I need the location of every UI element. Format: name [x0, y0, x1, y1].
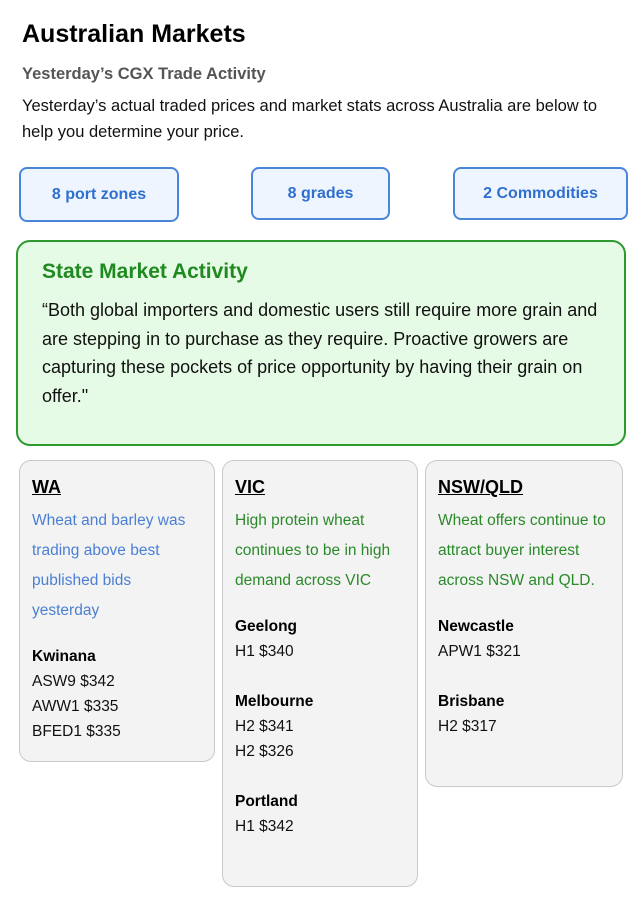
page-title: Australian Markets — [22, 20, 246, 48]
activity-title: State Market Activity — [42, 260, 248, 283]
port-price: H2 $341 — [235, 718, 294, 735]
port-brisbane: Brisbane H2 $317 — [438, 689, 610, 739]
port-price: AWW1 $335 — [32, 698, 119, 715]
region-desc-nsw-qld: Wheat offers continue to attract buyer i… — [438, 512, 606, 589]
port-name: Melbourne — [235, 693, 314, 710]
grades-button[interactable]: 8 grades — [251, 167, 390, 220]
port-zones-button[interactable]: 8 port zones — [19, 167, 179, 222]
region-desc-wa: Wheat and barley was trading above best … — [32, 512, 186, 619]
port-price: APW1 $321 — [438, 643, 521, 660]
port-geelong: Geelong H1 $340 — [235, 614, 405, 664]
port-price: H1 $342 — [235, 818, 294, 835]
port-price: BFED1 $335 — [32, 723, 121, 740]
port-price: H1 $340 — [235, 643, 294, 660]
activity-quote: “Both global importers and domestic user… — [42, 300, 598, 406]
port-name: Brisbane — [438, 693, 505, 710]
port-newcastle: Newcastle APW1 $321 — [438, 614, 610, 664]
port-name: Kwinana — [32, 648, 96, 665]
region-title-wa[interactable]: WA — [32, 477, 202, 498]
port-melbourne: Melbourne H2 $341 H2 $326 — [235, 689, 405, 764]
region-card-nsw-qld: NSW/QLD Wheat offers continue to attract… — [425, 460, 623, 787]
port-price: H2 $326 — [235, 743, 294, 760]
port-name: Geelong — [235, 618, 298, 635]
commodities-button[interactable]: 2 Commodities — [453, 167, 628, 220]
port-name: Portland — [235, 793, 298, 810]
region-card-vic: VIC High protein wheat continues to be i… — [222, 460, 418, 887]
port-portland: Portland H1 $342 — [235, 789, 405, 839]
region-title-nsw-qld[interactable]: NSW/QLD — [438, 477, 610, 498]
port-kwinana: Kwinana ASW9 $342 AWW1 $335 BFED1 $335 — [32, 644, 202, 744]
port-price: H2 $317 — [438, 718, 497, 735]
intro-text: Yesterday’s actual traded prices and mar… — [22, 97, 598, 141]
region-card-wa: WA Wheat and barley was trading above be… — [19, 460, 215, 762]
region-title-vic[interactable]: VIC — [235, 477, 405, 498]
region-desc-vic: High protein wheat continues to be in hi… — [235, 512, 391, 589]
state-market-activity-panel: State Market Activity “Both global impor… — [16, 240, 626, 446]
port-price: ASW9 $342 — [32, 673, 115, 690]
page-subtitle: Yesterday’s CGX Trade Activity — [22, 65, 266, 83]
port-name: Newcastle — [438, 618, 514, 635]
